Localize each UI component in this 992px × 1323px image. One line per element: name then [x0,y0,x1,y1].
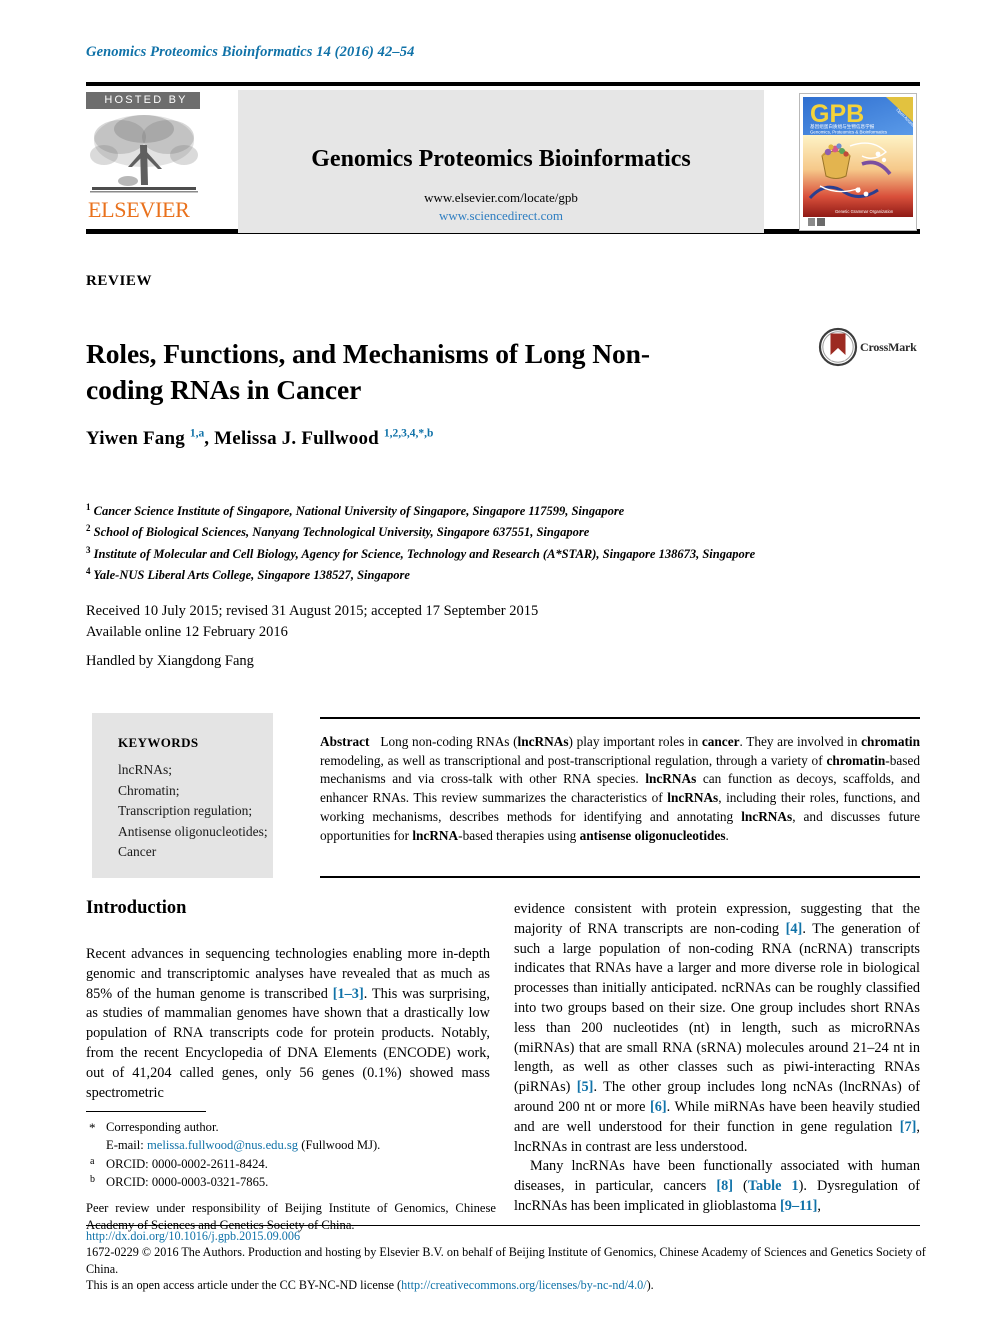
elsevier-tree-icon [90,115,198,193]
affiliation-item: 1 Cancer Science Institute of Singapore,… [86,500,936,521]
body-column-left: Introduction Recent advances in sequenci… [86,898,490,1103]
intro-paragraph-right-2: Many lncRNAs have been functionally asso… [514,1158,920,1214]
copyright-statement: 1672-0229 © 2016 The Authors. Production… [86,1245,926,1276]
orcid-a-mark: a [90,1155,95,1167]
footnote-orcid-a: a ORCID: 0000-0002-2611-8424. [86,1155,496,1173]
affiliation-text: Institute of Molecular and Cell Biology,… [93,546,756,561]
asterisk-mark: * [89,1120,96,1135]
affiliation-mark: 2 [86,523,91,534]
orcid-a-text: ORCID: 0000-0002-2611-8424. [106,1156,268,1171]
license-prefix: This is an open access article under the… [86,1278,402,1293]
affiliation-mark: 1 [86,502,91,512]
doi-link[interactable]: http://dx.doi.org/10.1016/j.gpb.2015.09.… [86,1228,926,1244]
footnote-corresponding: * Corresponding author. [86,1118,496,1136]
abstract-text: Long non-coding RNAs (lncRNAs) play impo… [320,734,920,843]
journal-cover-thumbnail: GPB 基因组蛋白质组与生物信息学报 Genomics, Proteomics … [799,93,917,231]
running-head: Genomics Proteomics Bioinformatics 14 (2… [86,44,415,60]
intro-paragraph-right-1: evidence consistent with protein express… [514,901,920,1155]
copyright-block: http://dx.doi.org/10.1016/j.gpb.2015.09.… [86,1228,926,1293]
affiliation-mark: 4 [86,566,91,577]
affiliation-text: Yale-NUS Liberal Arts College, Singapore… [93,568,410,583]
journal-title-strip: Genomics Proteomics Bioinformatics www.e… [238,90,764,233]
journal-name: Genomics Proteomics Bioinformatics [311,146,691,172]
article-page: Genomics Proteomics Bioinformatics 14 (2… [0,0,992,1323]
crossmark-label: CrossMark [860,340,917,354]
license-statement: This is an open access article under the… [86,1277,926,1293]
abstract-rule-top [320,717,920,719]
author-2-affil-marks: 1,2,3,4,*,b [383,428,434,440]
affiliation-item: 4 Yale-NUS Liberal Arts College, Singapo… [86,564,936,585]
keywords-box: KEYWORDS lncRNAs; Chromatin; Transcripti… [92,713,273,878]
email-label: E-mail: [106,1138,144,1153]
journal-locate-url[interactable]: www.elsevier.com/locate/gpb [238,190,764,206]
abstract-rule-bottom [320,876,920,878]
corresponding-author-text: Corresponding author. [106,1120,219,1134]
abstract-label: Abstract [320,734,370,749]
svg-text:Genomics, Proteomics & Bioinfo: Genomics, Proteomics & Bioinformatics [810,130,888,135]
affiliation-text: School of Biological Sciences, Nanyang T… [93,525,590,540]
section-heading-introduction: Introduction [86,898,187,918]
footnote-block: * Corresponding author. E-mail: melissa.… [86,1118,496,1235]
footnote-orcid-b: b ORCID: 0000-0003-0321-7865. [86,1173,496,1191]
keywords-heading: KEYWORDS [118,735,199,750]
crossmark-icon [818,327,858,367]
orcid-b-text: ORCID: 0000-0003-0321-7865. [106,1175,269,1190]
author-list: Yiwen Fang 1,a, Melissa J. Fullwood 1,2,… [86,428,433,450]
author-1-affil-marks: 1,a [189,428,205,440]
license-link[interactable]: http://creativecommons.org/licenses/by-n… [401,1278,647,1292]
article-history: Received 10 July 2015; revised 31 August… [86,601,538,642]
crossmark-badge[interactable]: CrossMark [818,327,922,369]
author-2: Melissa J. Fullwood 1,2,3,4,*,b [214,428,434,450]
abstract-block: Abstract Long non-coding RNAs (lncRNAs) … [320,733,920,845]
affiliation-text: Cancer Science Institute of Singapore, N… [93,504,625,519]
page-title: Roles, Functions, and Mechanisms of Long… [86,338,650,405]
affiliation-item: 2 School of Biological Sciences, Nanyang… [86,521,936,542]
keywords-list: lncRNAs; Chromatin; Transcription regula… [118,762,268,860]
affiliation-mark: 3 [86,544,91,555]
sciencedirect-url[interactable]: www.sciencedirect.com [238,208,764,224]
elsevier-wordmark: ELSEVIER [88,197,190,222]
journal-header-banner: HOSTED BY ELSEVIER Genomics Proteomics B… [86,82,920,234]
handled-by: Handled by Xiangdong Fang [86,653,254,669]
email-owner: (Fullwood MJ). [301,1138,381,1153]
received-revised-accepted: Received 10 July 2015; revised 31 August… [86,603,539,619]
intro-paragraph-left: Recent advances in sequencing technologi… [86,946,490,1101]
orcid-b-mark: b [90,1174,95,1186]
affiliation-list: 1 Cancer Science Institute of Singapore,… [86,500,936,586]
body-column-right: evidence consistent with protein express… [514,900,920,1217]
article-type-label: REVIEW [86,273,153,289]
elsevier-logo-block: HOSTED BY ELSEVIER [86,92,206,221]
affiliation-item: 3 Institute of Molecular and Cell Biolog… [86,543,936,564]
footnote-email: E-mail: melissa.fullwood@nus.edu.sg (Ful… [86,1136,496,1154]
license-suffix: ). [646,1278,654,1293]
available-online: Available online 12 February 2016 [86,623,288,640]
footnote-rule [86,1111,206,1112]
copyright-rule [86,1225,920,1226]
author-1: Yiwen Fang 1,a, [86,428,215,450]
email-link[interactable]: melissa.fullwood@nus.edu.sg [147,1138,298,1152]
hosted-by-badge: HOSTED BY [86,92,200,109]
svg-text:Genetic Grammar Organization: Genetic Grammar Organization [835,209,894,214]
